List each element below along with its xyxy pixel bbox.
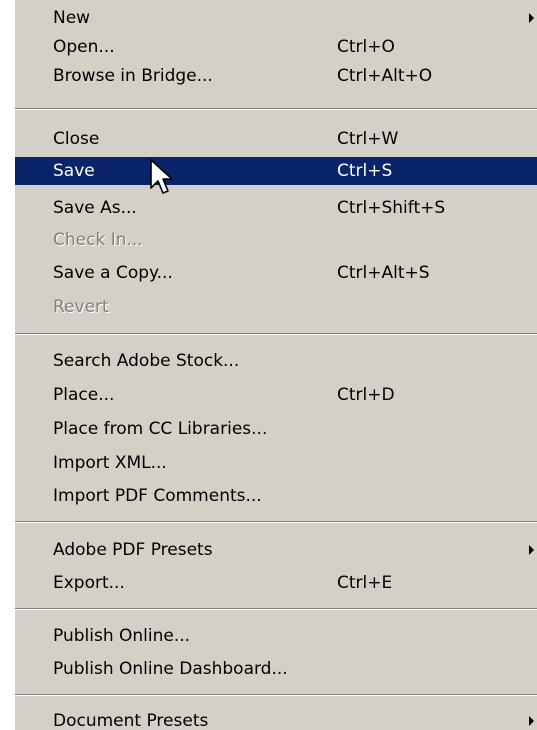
menu-item-shortcut: Ctrl+Alt+S xyxy=(337,263,430,283)
menu-item-import-pdf-comments[interactable]: Import PDF Comments... xyxy=(15,482,537,510)
chevron-right-icon xyxy=(529,13,534,23)
menu-item-search-adobe-stock[interactable]: Search Adobe Stock... xyxy=(15,347,537,375)
menu-item-shortcut: Ctrl+E xyxy=(337,573,393,593)
menu-item-close[interactable]: Close Ctrl+W xyxy=(15,125,537,153)
menu-separator xyxy=(15,694,537,696)
menu-item-adobe-pdf-presets[interactable]: Adobe PDF Presets xyxy=(15,536,537,564)
menu-item-publish-online-dashboard[interactable]: Publish Online Dashboard... xyxy=(15,655,537,683)
menu-item-label: Import XML... xyxy=(53,453,167,473)
chevron-right-icon xyxy=(529,716,534,726)
menu-item-label: Place from CC Libraries... xyxy=(53,419,268,439)
menu-item-label: Save As... xyxy=(53,198,137,218)
menu-item-label: Publish Online... xyxy=(53,626,191,646)
menu-separator xyxy=(15,521,537,523)
menu-item-label: Document Presets xyxy=(53,711,209,730)
menu-item-place[interactable]: Place... Ctrl+D xyxy=(15,381,537,409)
menu-item-shortcut: Ctrl+D xyxy=(337,385,395,405)
menu-item-label: Adobe PDF Presets xyxy=(53,540,213,560)
menu-item-shortcut: Ctrl+W xyxy=(337,129,399,149)
menu-item-shortcut: Ctrl+Alt+O xyxy=(337,66,433,86)
file-menu: New Open... Ctrl+O Browse in Bridge... C… xyxy=(14,0,537,730)
menu-item-revert: Revert xyxy=(15,293,537,321)
menu-item-label: Check In... xyxy=(53,230,143,250)
menu-item-label: Open... xyxy=(53,37,115,57)
mouse-pointer-icon xyxy=(150,159,173,194)
menu-separator xyxy=(15,333,537,335)
menu-item-check-in: Check In... xyxy=(15,226,537,254)
menu-item-export[interactable]: Export... Ctrl+E xyxy=(15,569,537,597)
menu-item-import-xml[interactable]: Import XML... xyxy=(15,449,537,477)
menu-item-shortcut: Ctrl+O xyxy=(337,37,395,57)
menu-item-label: Place... xyxy=(53,385,115,405)
menu-item-label: Revert xyxy=(53,297,109,317)
menu-item-label: Browse in Bridge... xyxy=(53,66,213,86)
menu-separator xyxy=(15,108,537,110)
menu-item-new[interactable]: New xyxy=(15,4,537,32)
menu-item-label: Import PDF Comments... xyxy=(53,486,262,506)
menu-item-label: Search Adobe Stock... xyxy=(53,351,240,371)
menu-item-label: Save xyxy=(53,161,95,181)
menu-item-document-presets[interactable]: Document Presets xyxy=(15,707,537,730)
menu-item-save-as[interactable]: Save As... Ctrl+Shift+S xyxy=(15,194,537,222)
menu-item-label: Export... xyxy=(53,573,125,593)
menu-item-shortcut: Ctrl+Shift+S xyxy=(337,198,446,218)
menu-item-browse-in-bridge[interactable]: Browse in Bridge... Ctrl+Alt+O xyxy=(15,62,537,90)
chevron-right-icon xyxy=(529,545,534,555)
menu-item-publish-online[interactable]: Publish Online... xyxy=(15,622,537,650)
menu-item-save-a-copy[interactable]: Save a Copy... Ctrl+Alt+S xyxy=(15,259,537,287)
menu-item-label: Close xyxy=(53,129,100,149)
menu-item-label: New xyxy=(53,8,91,28)
menu-item-open[interactable]: Open... Ctrl+O xyxy=(15,33,537,61)
menu-item-place-from-cc-libraries[interactable]: Place from CC Libraries... xyxy=(15,415,537,443)
menu-separator xyxy=(15,608,537,610)
menu-item-label: Publish Online Dashboard... xyxy=(53,659,288,679)
menu-item-label: Save a Copy... xyxy=(53,263,173,283)
menu-item-shortcut: Ctrl+S xyxy=(337,161,393,181)
menu-item-save[interactable]: Save Ctrl+S xyxy=(15,157,537,185)
